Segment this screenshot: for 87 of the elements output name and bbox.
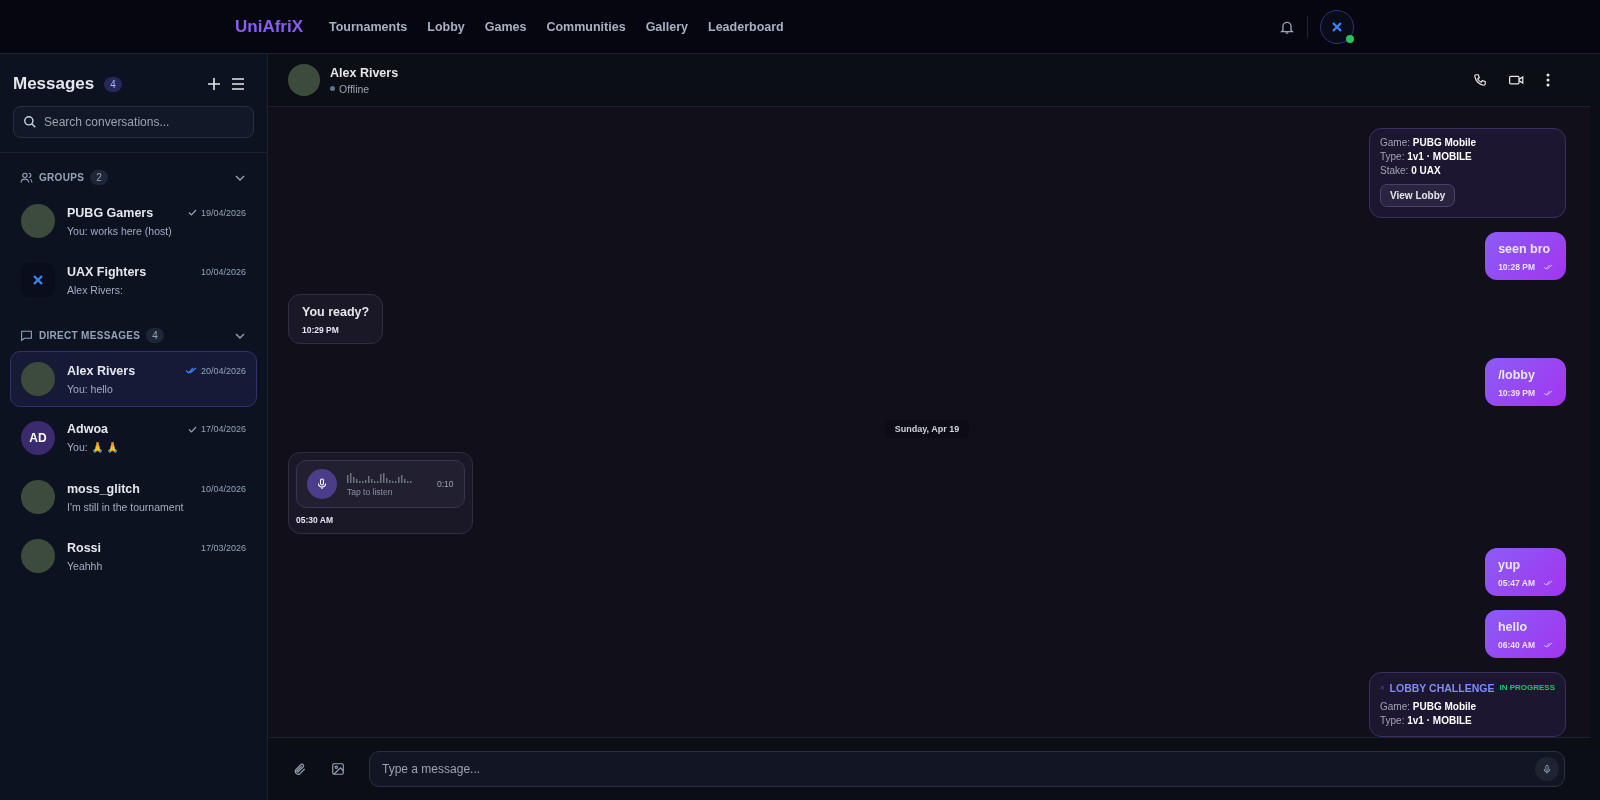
message-preview: I'm still in the tournament <box>67 500 185 513</box>
conversation-date: 10/04/2026 <box>200 266 246 277</box>
message-preview: You: 🙏 🙏 <box>67 441 121 454</box>
profile-avatar[interactable] <box>1320 9 1354 44</box>
voice-hint: Tap to listen <box>347 487 394 497</box>
menu-icon[interactable] <box>231 78 245 90</box>
card-title: LOBBY CHALLENGE <box>1389 681 1495 694</box>
conversation-name: Alex Rivers <box>67 363 136 378</box>
sidebar-title: Messages <box>13 74 95 94</box>
lobby-detail: Stake: 0 UAX <box>1380 165 1442 176</box>
status-label: IN PROGRESS <box>1499 683 1555 692</box>
conversation-name: moss_glitch <box>67 481 140 496</box>
count-badge: 2 <box>90 170 108 185</box>
message-preview: Alex Rivers: <box>67 283 124 296</box>
message-text: hello <box>1498 620 1529 634</box>
nav-link[interactable]: Communities <box>546 19 626 34</box>
chat-icon <box>20 329 33 342</box>
search-icon <box>23 115 37 129</box>
message-time: 05:30 AM <box>296 515 334 525</box>
waveform-drawing <box>347 471 413 483</box>
video-icon[interactable] <box>1509 74 1524 86</box>
conversation-name: Rossi <box>67 540 102 555</box>
contact-name: Alex Rivers <box>330 65 399 80</box>
lobby-detail: Type: 1v1 · MOBILE <box>1380 715 1473 726</box>
message-text: /lobby <box>1498 368 1536 382</box>
nav-link[interactable]: Gallery <box>645 19 689 34</box>
conversation-date: 20/04/2026 <box>200 365 246 376</box>
photo-placeholder <box>21 204 55 238</box>
section-label: DIRECT MESSAGES <box>39 330 141 341</box>
conversation-name: PUBG Gamers <box>67 205 154 220</box>
image-icon[interactable] <box>331 762 345 776</box>
photo-placeholder <box>21 539 55 573</box>
message-text: seen bro <box>1498 242 1552 256</box>
lobby-detail: Game: PUBG Mobile <box>1380 137 1478 148</box>
message-preview: You: hello <box>67 382 114 395</box>
photo-placeholder <box>288 64 320 96</box>
conversation-name: Adwoa <box>67 422 108 436</box>
count-badge: 4 <box>146 328 164 343</box>
x-logo-icon <box>32 274 44 286</box>
message-time: 10:29 PM <box>302 325 339 335</box>
nav-link[interactable]: Lobby <box>427 19 465 34</box>
photo-placeholder <box>21 362 55 396</box>
conversation-date: 19/04/2026 <box>200 207 246 218</box>
message-text: yup <box>1498 558 1522 572</box>
message-time: 06:40 AM <box>1498 640 1535 650</box>
voice-duration: 0:10 <box>437 479 454 489</box>
chevron-icon[interactable] <box>235 174 245 181</box>
message-time: 10:39 PM <box>1498 388 1535 398</box>
message-input[interactable]: Type a message... <box>369 751 1565 787</box>
more-icon[interactable] <box>1546 73 1550 87</box>
photo-placeholder <box>21 480 55 514</box>
search-field[interactable]: Search conversations... <box>13 106 254 138</box>
logo[interactable]: UniAfriX <box>235 16 303 37</box>
conversation-item[interactable]: AD Adwoa 17/04/2026 You: 🙏 🙏 <box>10 410 257 466</box>
section-label: GROUPS <box>39 172 85 183</box>
lobby-detail: Game: PUBG Mobile <box>1380 701 1478 712</box>
conversation-item[interactable]: UAX Fighters 10/04/2026 Alex Rivers: <box>10 252 257 308</box>
message-time: 05:47 AM <box>1498 578 1535 588</box>
nav-link[interactable]: Tournaments <box>329 19 408 34</box>
message-text: You ready? <box>302 305 370 319</box>
conversation-date: 17/04/2026 <box>200 424 246 434</box>
lobby-detail: Type: 1v1 · MOBILE <box>1380 151 1473 162</box>
status-text: Offline <box>339 82 370 95</box>
microphone-icon[interactable] <box>307 469 337 499</box>
voice-player[interactable]: Tap to listen 0:10 <box>296 460 465 508</box>
avatar: AD <box>21 421 55 455</box>
phone-icon[interactable] <box>1473 73 1487 87</box>
message-time: 10:28 PM <box>1498 262 1535 272</box>
date-separator: Sunday, Apr 19 <box>884 420 970 438</box>
conversation-item[interactable]: PUBG Gamers 19/04/2026 You: works here (host) <box>10 193 257 249</box>
plus-icon[interactable] <box>207 77 221 91</box>
chevron-icon[interactable] <box>235 332 245 339</box>
conversation-item[interactable]: Rossi 17/03/2026 Yeahhh <box>10 528 257 584</box>
nav-link[interactable]: Leaderboard <box>708 19 784 34</box>
nav-link[interactable]: Games <box>484 19 527 34</box>
message-preview: You: works here (host) <box>67 224 173 237</box>
x-logo-icon <box>1331 20 1343 33</box>
conversation-date: 10/04/2026 <box>200 483 246 494</box>
conversation-date: 17/03/2026 <box>200 542 246 553</box>
count-badge: 4 <box>104 76 122 92</box>
view-lobby-button[interactable]: View Lobby <box>1380 184 1456 207</box>
conversation-name: UAX Fighters <box>67 264 147 279</box>
message-preview: Yeahhh <box>67 559 104 572</box>
people-icon <box>20 171 33 184</box>
paperclip-icon[interactable] <box>293 762 307 776</box>
conversation-item[interactable]: Alex Rivers 20/04/2026 You: hello <box>10 351 257 407</box>
conversation-item[interactable]: moss_glitch 10/04/2026 I'm still in the tournament <box>10 469 257 525</box>
